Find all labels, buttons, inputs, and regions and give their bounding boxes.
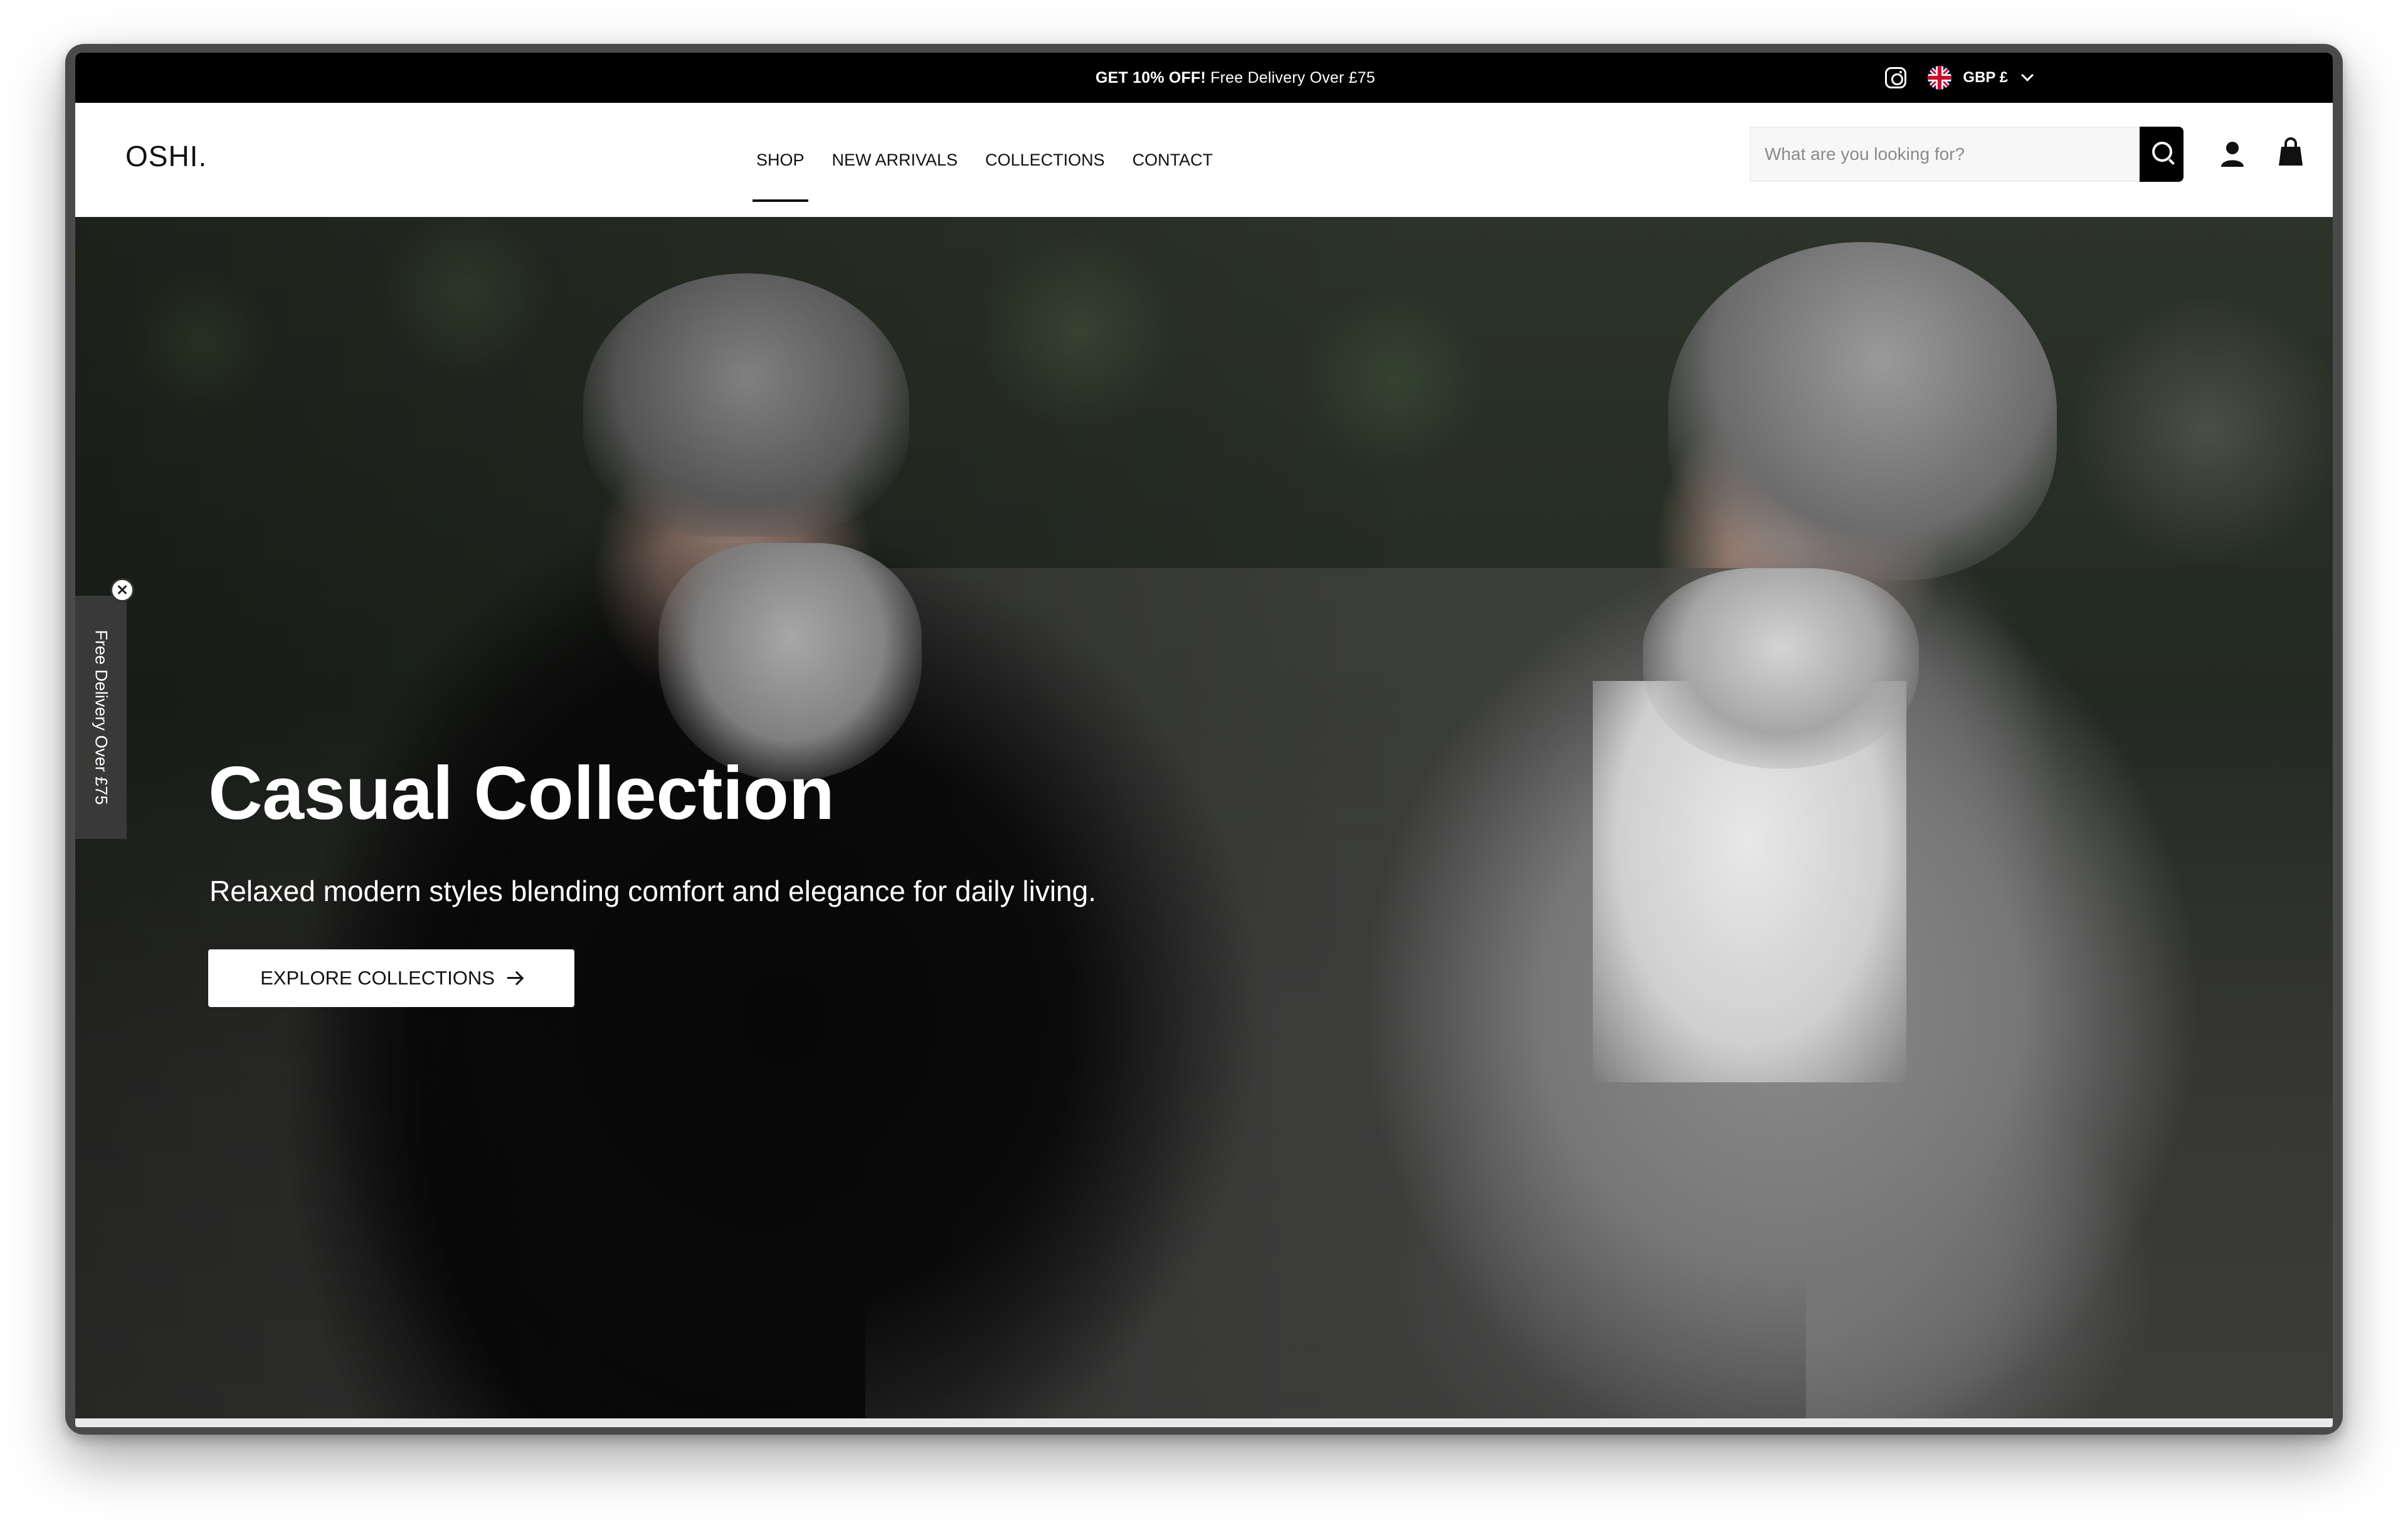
explore-collections-button[interactable]: EXPLORE COLLECTIONS — [208, 949, 574, 1007]
cart-icon[interactable] — [2278, 137, 2304, 167]
nav-collections[interactable]: COLLECTIONS — [971, 103, 1119, 217]
free-delivery-tab[interactable]: Free Delivery Over £75 — [75, 596, 127, 839]
announcement-delivery: Free Delivery Over £75 — [1210, 69, 1376, 87]
uk-flag-icon — [1928, 66, 1952, 90]
page-bottom-edge — [75, 1418, 2333, 1427]
announcement-bar: GET 10% OFF! Free Delivery Over £75 GBP … — [75, 53, 2333, 103]
hero-banner: Casual Collection Relaxed modern styles … — [75, 217, 2333, 1427]
currency-label: GBP £ — [1963, 69, 2008, 86]
site-logo[interactable]: OSHI. — [125, 139, 207, 173]
hero-title: Casual Collection — [208, 751, 835, 835]
main-nav: SHOP NEW ARRIVALS COLLECTIONS CONTACT — [742, 103, 1227, 217]
nav-shop[interactable]: SHOP — [742, 103, 818, 217]
hero-subtitle: Relaxed modern styles blending comfort a… — [209, 875, 1097, 907]
chevron-down-icon — [2021, 69, 2034, 82]
browser-frame: GET 10% OFF! Free Delivery Over £75 GBP … — [65, 44, 2343, 1435]
currency-selector[interactable]: GBP £ — [1928, 66, 2034, 90]
nav-new-arrivals[interactable]: NEW ARRIVALS — [818, 103, 972, 217]
close-icon[interactable] — [110, 578, 134, 602]
announcement-utilities: GBP £ — [1885, 53, 2034, 103]
search-bar — [1750, 127, 2184, 182]
instagram-icon[interactable] — [1885, 67, 1907, 88]
search-icon — [2152, 142, 2172, 162]
account-icon[interactable] — [2220, 140, 2245, 168]
arrow-right-icon — [507, 972, 522, 984]
search-input[interactable] — [1750, 127, 2140, 182]
announcement-offer: GET 10% OFF! — [1095, 69, 1207, 87]
search-button[interactable] — [2140, 127, 2184, 182]
page: GET 10% OFF! Free Delivery Over £75 GBP … — [0, 0, 2408, 1525]
explore-collections-label: EXPLORE COLLECTIONS — [260, 967, 495, 989]
nav-contact[interactable]: CONTACT — [1119, 103, 1227, 217]
free-delivery-tab-label: Free Delivery Over £75 — [92, 630, 111, 805]
browser-viewport: GET 10% OFF! Free Delivery Over £75 GBP … — [75, 53, 2333, 1427]
